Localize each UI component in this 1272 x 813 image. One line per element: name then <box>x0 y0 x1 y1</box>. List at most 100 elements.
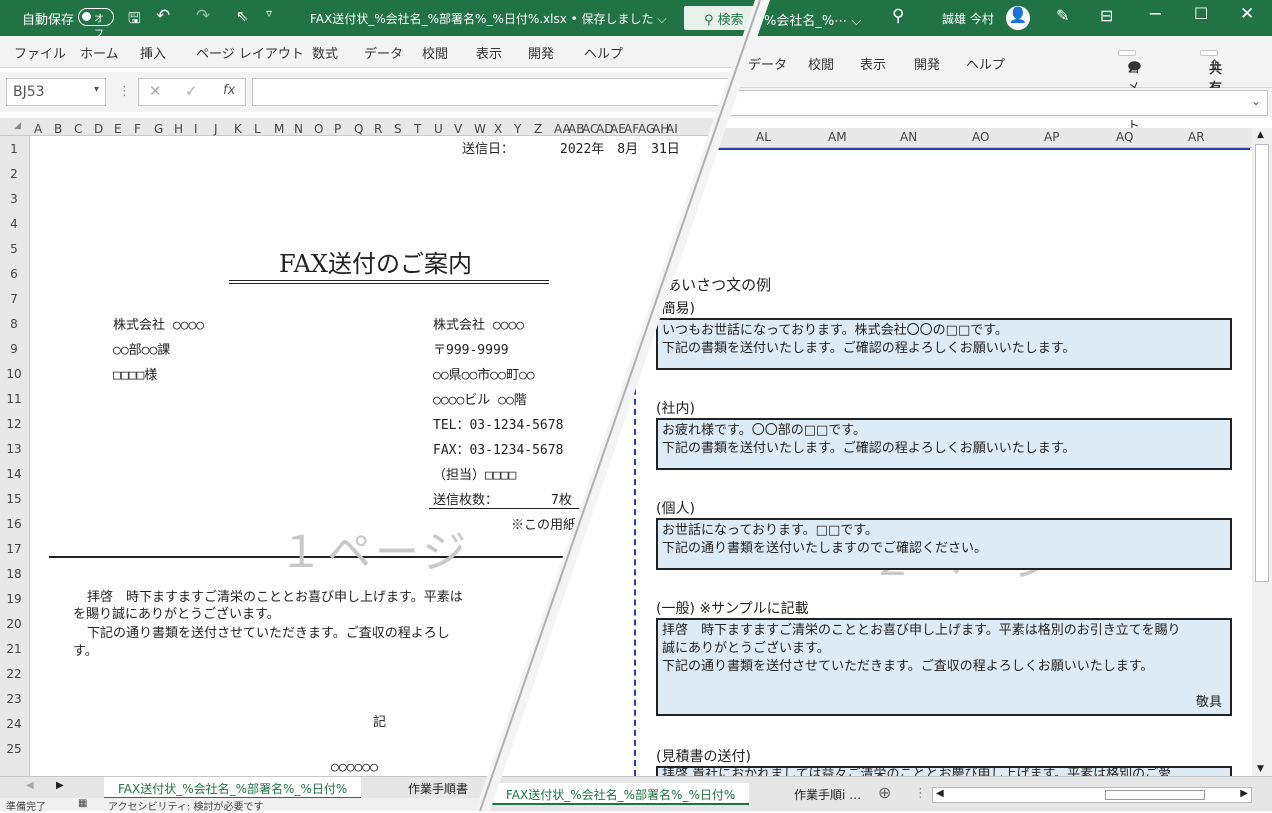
undo-icon[interactable]: ↶ <box>156 6 170 26</box>
menu-home[interactable]: ホーム <box>80 43 119 62</box>
minimize-icon[interactable]: ─ <box>1150 4 1161 25</box>
menu-data[interactable]: データ <box>364 43 403 62</box>
menu-developer[interactable]: 開発 <box>528 43 554 62</box>
menu-view-right[interactable]: 表示 <box>860 54 886 73</box>
column-header[interactable]: E <box>114 122 122 136</box>
menu-file[interactable]: ファイル <box>14 43 66 62</box>
name-box[interactable]: BJ53 ▾ <box>6 78 106 106</box>
column-header[interactable]: R <box>374 122 382 136</box>
column-header[interactable]: X <box>494 122 502 136</box>
menu-view[interactable]: 表示 <box>476 43 502 62</box>
row-header[interactable]: 17 <box>0 542 28 556</box>
tab-scroll-left-icon[interactable]: ◀ <box>26 780 34 791</box>
cancel-icon[interactable]: ✕ <box>149 82 162 100</box>
formula-input-right[interactable]: ⌄ <box>640 90 1268 116</box>
horizontal-scrollbar[interactable]: ◀ ▶ <box>932 787 1252 803</box>
col-AL[interactable]: AL <box>756 130 771 144</box>
comment-button[interactable]: 🗩コメント <box>1118 50 1141 134</box>
col-AN[interactable]: AN <box>900 130 917 144</box>
column-header[interactable]: C <box>74 122 82 136</box>
close-icon[interactable]: ✕ <box>1240 4 1254 24</box>
scroll-thumb[interactable] <box>1255 144 1269 582</box>
column-header[interactable]: P <box>334 122 341 136</box>
column-header[interactable]: L <box>254 122 261 136</box>
menu-help[interactable]: ヘルプ <box>584 43 623 62</box>
tabs-more-icon[interactable]: ⋮ <box>914 786 927 801</box>
hscroll-thumb[interactable] <box>1105 790 1205 800</box>
tab-fax-right[interactable]: FAX送付状_%会社名_%部署名%_%日付% <box>492 783 750 805</box>
expand-formula-icon[interactable]: ⌄ <box>1251 94 1261 108</box>
column-header[interactable]: B <box>54 122 62 136</box>
column-header[interactable]: T <box>414 122 421 136</box>
save-icon[interactable]: 🖫 <box>128 8 141 33</box>
page-layout-icon[interactable]: ▦ <box>78 798 87 809</box>
col-AP[interactable]: AP <box>1044 130 1059 144</box>
file-title-short[interactable]: %会社名_%⋯ ⌵ <box>764 10 861 29</box>
row-header[interactable]: 13 <box>0 442 28 456</box>
column-header[interactable]: I <box>194 122 198 136</box>
column-header[interactable]: W <box>474 122 486 136</box>
pen-icon[interactable]: ✎ <box>1056 6 1069 25</box>
row-header[interactable]: 8 <box>0 317 28 331</box>
row-header[interactable]: 1 <box>0 142 28 156</box>
row-header[interactable]: 24 <box>0 717 28 731</box>
hscroll-right-icon[interactable]: ▶ <box>1240 788 1248 799</box>
scroll-down-icon[interactable]: ▼ <box>1257 764 1264 774</box>
column-header[interactable]: S <box>394 122 402 136</box>
column-header[interactable]: Q <box>354 122 363 136</box>
autosave-toggle[interactable]: オフ <box>78 8 114 40</box>
maximize-icon[interactable]: ☐ <box>1194 4 1208 23</box>
select-all-corner[interactable]: ◢ <box>14 121 21 131</box>
col-AR[interactable]: AR <box>1188 130 1205 144</box>
col-AO[interactable]: AO <box>972 130 989 144</box>
enter-icon[interactable]: ✓ <box>185 82 198 100</box>
column-header[interactable]: Y <box>514 122 521 136</box>
row-header[interactable]: 2 <box>0 167 28 181</box>
example-box-personal[interactable]: お世話になっております。□□です。 下記の通り書類を送付いたしますのでご確認くだ… <box>656 518 1232 570</box>
menu-review[interactable]: 校閲 <box>422 43 448 62</box>
scroll-up-icon[interactable]: ▲ <box>1257 130 1264 140</box>
tab-procedure[interactable]: 作業手順書 <box>394 777 482 799</box>
redo-icon[interactable]: ↷ <box>196 6 210 26</box>
example-box-internal[interactable]: お疲れ様です。〇〇部の□□です。 下記の書類を送付いたします。ご確認の程よろしく… <box>656 418 1232 470</box>
menu-developer-right[interactable]: 開発 <box>914 54 940 73</box>
add-sheet-icon[interactable]: ⊕ <box>878 783 891 802</box>
tab-procedure-right[interactable]: 作業手順i … <box>780 783 875 805</box>
row-header[interactable]: 19 <box>0 592 28 606</box>
column-header[interactable]: H <box>174 122 183 136</box>
pointer-icon[interactable]: ⇖ <box>236 7 249 25</box>
example-box-general[interactable]: 拝啓 時下ますますご清栄のこととお喜び申し上げます。平素は格別のお引き立てを賜り… <box>656 618 1232 716</box>
ribbon-display-icon[interactable]: ⊟ <box>1100 6 1113 25</box>
customize-qat-icon[interactable]: ▿ <box>266 6 272 20</box>
row-header[interactable]: 4 <box>0 217 28 231</box>
column-header[interactable]: U <box>434 122 443 136</box>
row-header[interactable]: 9 <box>0 342 28 356</box>
column-header[interactable]: AF <box>624 122 639 136</box>
column-header[interactable]: O <box>314 122 323 136</box>
tab-scroll-right-icon[interactable]: ▶ <box>56 780 64 791</box>
row-header[interactable]: 23 <box>0 692 28 706</box>
avatar[interactable]: 👤 <box>1006 6 1030 30</box>
column-header[interactable]: J <box>214 122 218 136</box>
row-header[interactable]: 11 <box>0 392 28 406</box>
example-box-simple[interactable]: いつもお世話になっております。株式会社〇〇の□□です。 下記の書類を送付いたしま… <box>656 318 1232 370</box>
column-header[interactable]: A <box>34 122 42 136</box>
column-header[interactable]: D <box>94 122 103 136</box>
row-header[interactable]: 20 <box>0 617 28 631</box>
menu-data-right[interactable]: データ <box>748 54 787 73</box>
menu-formulas[interactable]: 数式 <box>312 43 338 62</box>
column-header[interactable]: N <box>294 122 303 136</box>
menu-review-right[interactable]: 校閲 <box>808 54 834 73</box>
search-icon-right[interactable]: ⚲ <box>892 6 904 26</box>
name-box-dropdown-icon[interactable]: ▾ <box>94 84 99 95</box>
row-header[interactable]: 6 <box>0 267 28 281</box>
col-AQ[interactable]: AQ <box>1116 130 1133 144</box>
row-header[interactable]: 14 <box>0 467 28 481</box>
row-header[interactable]: 25 <box>0 742 28 756</box>
menu-help-right[interactable]: ヘルプ <box>966 54 1005 73</box>
column-header[interactable]: AI <box>666 122 678 136</box>
hscroll-left-icon[interactable]: ◀ <box>936 788 944 799</box>
share-button[interactable]: ⇪共有 <box>1200 50 1222 96</box>
row-header[interactable]: 3 <box>0 192 28 206</box>
row-header[interactable]: 15 <box>0 492 28 506</box>
